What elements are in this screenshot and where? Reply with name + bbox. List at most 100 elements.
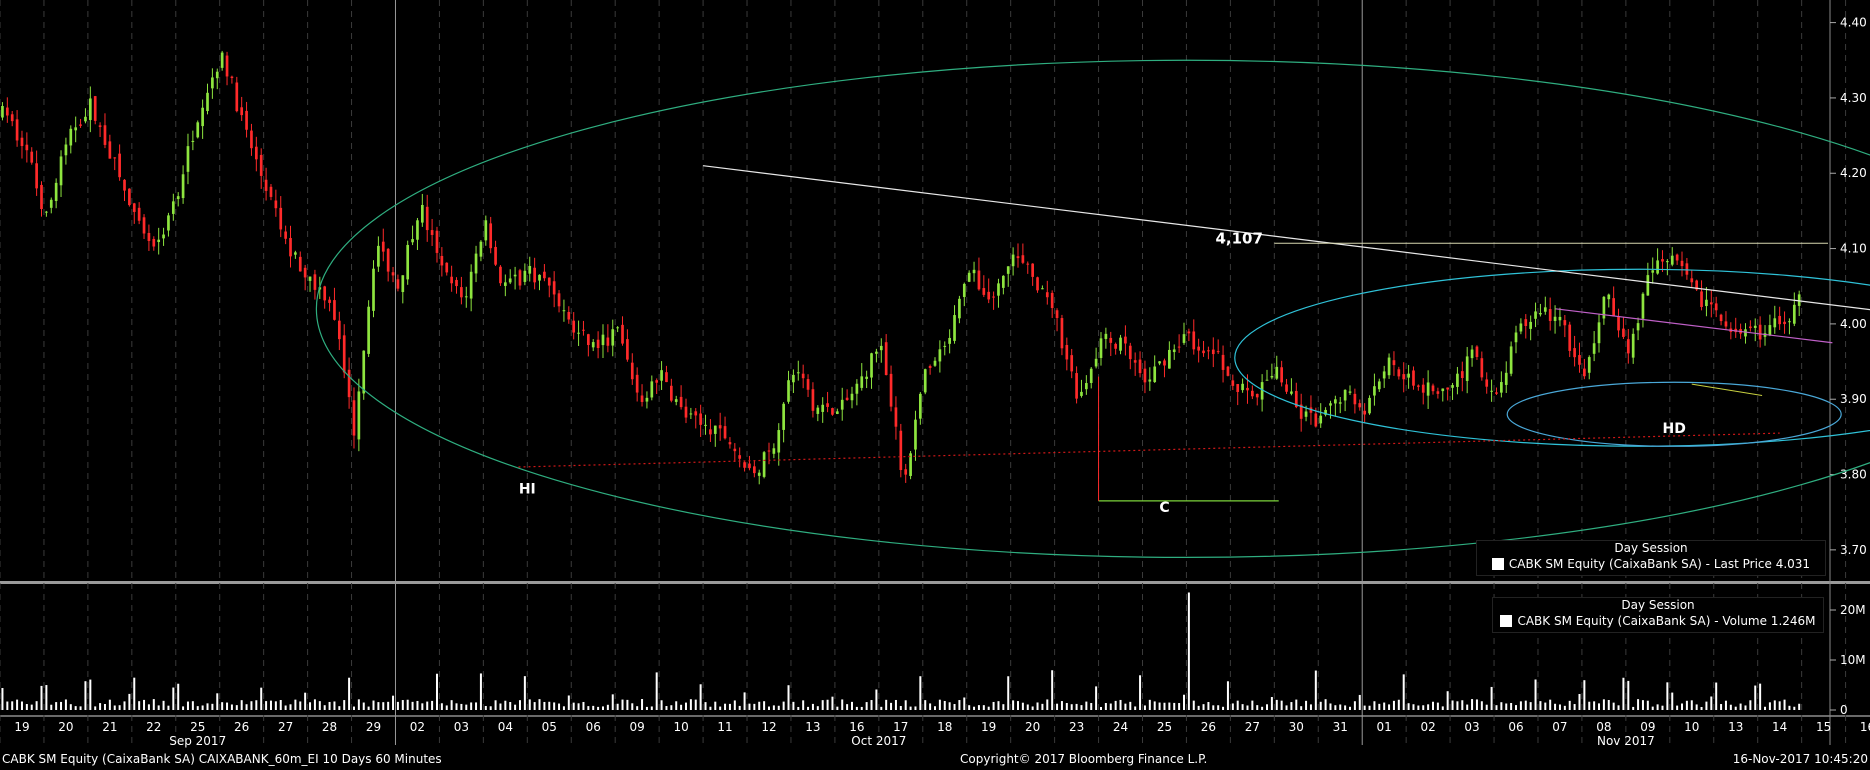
volume-bar bbox=[1637, 699, 1640, 710]
volume-bar bbox=[45, 685, 48, 710]
volume-bar bbox=[1451, 700, 1454, 710]
candle-body bbox=[1119, 337, 1122, 351]
volume-bar bbox=[1236, 700, 1239, 710]
volume-bar bbox=[392, 695, 395, 710]
candle-body bbox=[1421, 384, 1425, 393]
candle-body bbox=[1363, 410, 1366, 415]
candle-body bbox=[1431, 385, 1435, 392]
volume-bar bbox=[289, 704, 292, 710]
volume-bar bbox=[1715, 682, 1718, 710]
volume-bar bbox=[328, 701, 331, 710]
candle-body bbox=[528, 266, 532, 274]
candle-body bbox=[704, 424, 707, 426]
volume-bar bbox=[1617, 705, 1620, 710]
volume-bar bbox=[128, 693, 131, 710]
candle-body bbox=[616, 327, 619, 329]
candle-body bbox=[342, 335, 346, 373]
candle-body bbox=[401, 275, 405, 293]
candle-body bbox=[1255, 393, 1259, 398]
volume-bar bbox=[577, 703, 580, 710]
bloomberg-chart: 4.404.304.204.104.003.903.803.7020M10M01… bbox=[0, 0, 1870, 770]
candle-body bbox=[455, 279, 458, 287]
candle-body bbox=[406, 244, 410, 280]
volume-bar bbox=[484, 705, 487, 710]
candle-body bbox=[987, 291, 991, 300]
candle-body bbox=[738, 455, 742, 459]
candle-body bbox=[235, 82, 239, 112]
candle-body bbox=[1211, 349, 1215, 355]
candle-body bbox=[254, 146, 258, 160]
candle-body bbox=[557, 293, 561, 307]
candle-body bbox=[1226, 366, 1230, 376]
candle-body bbox=[669, 385, 673, 401]
candle-body bbox=[171, 201, 175, 214]
volume-bar bbox=[269, 700, 272, 710]
x-tick-label: 16 bbox=[849, 720, 864, 734]
volume-legend: Day Session CABK SM Equity (CaixaBank SA… bbox=[1492, 597, 1824, 633]
volume-bar bbox=[689, 699, 692, 710]
x-tick-label: 06 bbox=[586, 720, 601, 734]
x-tick-label: 30 bbox=[1289, 720, 1304, 734]
x-tick-label: 09 bbox=[630, 720, 645, 734]
candle-body bbox=[855, 383, 859, 394]
volume-bar bbox=[64, 699, 67, 710]
volume-bar bbox=[1192, 700, 1195, 710]
candle-body bbox=[1788, 321, 1791, 323]
volume-bar bbox=[763, 701, 766, 710]
volume-bar bbox=[1251, 700, 1254, 710]
candle-body bbox=[630, 362, 634, 380]
candle-body bbox=[894, 407, 898, 427]
volume-bar bbox=[1432, 701, 1435, 710]
volume-bar bbox=[1593, 701, 1596, 710]
candle-body bbox=[113, 157, 117, 159]
volume-bar bbox=[1378, 703, 1381, 710]
candle-body bbox=[635, 374, 639, 393]
volume-legend-swatch bbox=[1500, 615, 1513, 627]
volume-bar bbox=[553, 702, 556, 710]
candle-body bbox=[1392, 360, 1396, 366]
x-tick-label: 09 bbox=[1640, 720, 1655, 734]
volume-bar bbox=[1768, 702, 1771, 710]
volume-bar bbox=[1666, 682, 1669, 710]
candle-body bbox=[518, 270, 522, 286]
volume-bar bbox=[821, 700, 824, 710]
volume-bar bbox=[1016, 701, 1019, 710]
volume-bar bbox=[1641, 700, 1644, 710]
candle-body bbox=[1016, 256, 1020, 259]
candle-body bbox=[845, 397, 849, 401]
candle-body bbox=[709, 429, 712, 435]
candle-body bbox=[284, 231, 287, 239]
candle-body bbox=[1089, 368, 1093, 383]
candle-body bbox=[782, 403, 785, 430]
volume-bar bbox=[948, 702, 951, 710]
candle-body bbox=[655, 380, 659, 383]
volume-bar bbox=[597, 706, 600, 710]
volume-bar bbox=[1510, 702, 1513, 710]
candle-body bbox=[430, 230, 434, 235]
x-tick-label: 07 bbox=[1552, 720, 1567, 734]
volume-bar bbox=[401, 700, 404, 710]
volume-bar bbox=[426, 701, 429, 710]
x-tick-label: 31 bbox=[1333, 720, 1348, 734]
candle-body bbox=[1006, 266, 1010, 274]
volume-bar bbox=[1598, 703, 1601, 710]
candle-body bbox=[523, 270, 527, 282]
candle-body bbox=[1783, 321, 1786, 325]
volume-bar bbox=[1041, 703, 1044, 710]
volume-bar bbox=[343, 700, 346, 710]
volume-bar bbox=[1114, 700, 1117, 710]
candle-body bbox=[914, 419, 917, 450]
volume-bar bbox=[1695, 704, 1698, 710]
volume-bar bbox=[157, 705, 160, 710]
volume-bar bbox=[1261, 706, 1264, 710]
volume-bar bbox=[133, 677, 136, 710]
price-legend-swatch bbox=[1491, 558, 1504, 570]
candle-body bbox=[479, 241, 483, 257]
volume-bar bbox=[523, 676, 526, 710]
volume-bar bbox=[1793, 706, 1796, 710]
volume-bar bbox=[1515, 705, 1518, 710]
volume-bar bbox=[1314, 670, 1317, 710]
volume-bar bbox=[890, 702, 893, 710]
volume-bar bbox=[538, 699, 541, 710]
volume-bar bbox=[240, 700, 243, 710]
